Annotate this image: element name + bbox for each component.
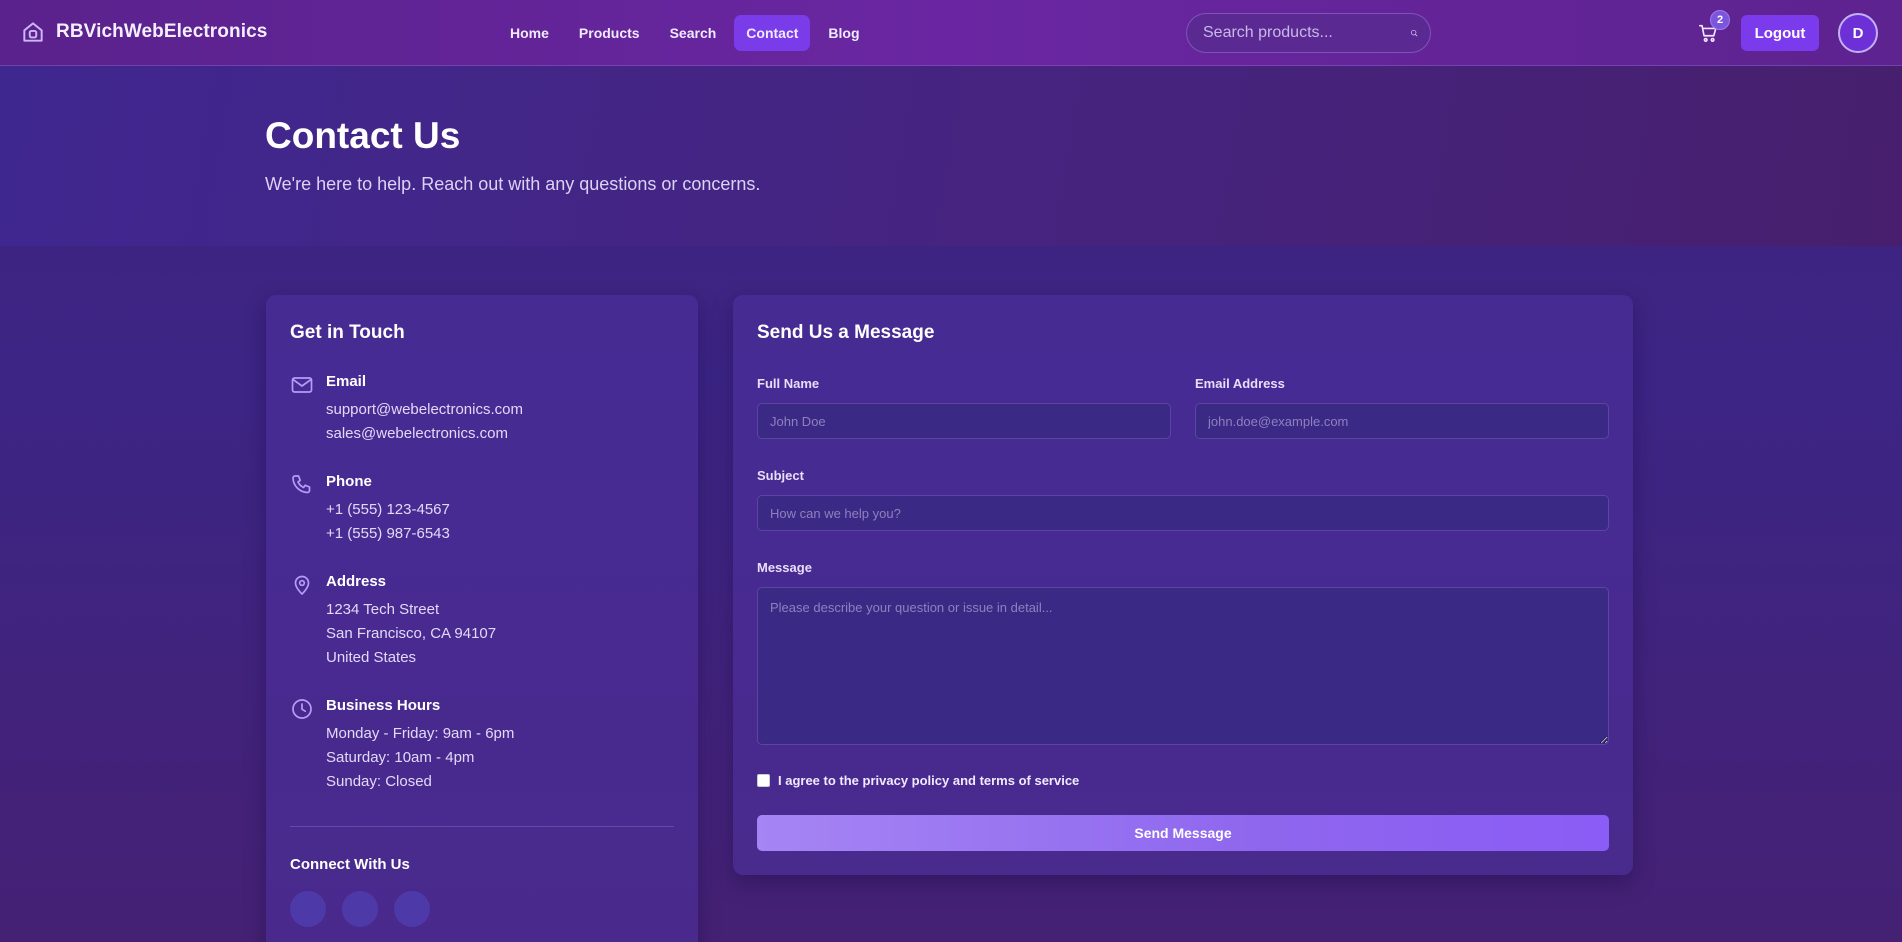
contact-info-card: Get in Touch Email support@webelectronic…	[266, 295, 698, 942]
subject-input[interactable]	[757, 495, 1609, 531]
phone-line[interactable]: +1 (555) 987-6543	[326, 525, 450, 542]
phone-label: Phone	[326, 473, 372, 490]
email-line[interactable]: support@webelectronics.com	[326, 401, 523, 418]
address-label: Address	[326, 573, 387, 590]
section-divider	[290, 826, 674, 827]
hours-label: Business Hours	[326, 697, 441, 714]
connect-title: Connect With Us	[290, 856, 410, 873]
message-textarea[interactable]	[757, 587, 1609, 745]
nav-link-home[interactable]: Home	[498, 15, 561, 51]
search-input[interactable]	[1203, 24, 1410, 42]
hours-line: Sunday: Closed	[326, 773, 432, 790]
email-address-input[interactable]	[1195, 403, 1609, 439]
hours-line: Monday - Friday: 9am - 6pm	[326, 725, 515, 742]
page-hero: Contact Us We're here to help. Reach out…	[0, 66, 1902, 246]
address-line: 1234 Tech Street	[326, 601, 440, 618]
social-link[interactable]	[342, 891, 378, 927]
full-name-label: Full Name	[757, 376, 820, 391]
top-navbar: RBVichWebElectronics Home Products Searc…	[0, 0, 1902, 66]
cart-count-badge: 2	[1710, 10, 1730, 30]
page-title: Contact Us	[265, 115, 461, 156]
info-card-title: Get in Touch	[290, 322, 405, 343]
nav-link-blog[interactable]: Blog	[816, 15, 871, 51]
address-line: San Francisco, CA 94107	[326, 625, 497, 642]
agree-checkbox[interactable]	[757, 774, 770, 787]
email-line[interactable]: sales@webelectronics.com	[326, 425, 508, 442]
brand-logo[interactable]: RBVichWebElectronics	[20, 19, 267, 45]
phone-icon	[292, 475, 311, 494]
nav-link-contact[interactable]: Contact	[734, 15, 811, 51]
logout-button[interactable]: Logout	[1741, 15, 1819, 51]
search-bar	[1186, 13, 1431, 53]
email-address-label: Email Address	[1195, 376, 1285, 391]
message-label: Message	[757, 560, 812, 575]
user-avatar[interactable]: D	[1838, 13, 1878, 53]
social-link[interactable]	[394, 891, 430, 927]
mail-icon	[291, 377, 313, 393]
form-card-title: Send Us a Message	[757, 322, 935, 343]
store-house-icon	[23, 22, 43, 42]
brand-name: RBVichWebElectronics	[56, 21, 268, 42]
send-message-button[interactable]: Send Message	[757, 815, 1609, 851]
full-name-input[interactable]	[757, 403, 1171, 439]
page-subtitle: We're here to help. Reach out with any q…	[265, 174, 761, 194]
contact-form-card: Send Us a Message Full Name Email Addres…	[733, 295, 1633, 875]
clock-icon	[292, 699, 312, 719]
main-nav: Home Products Search Contact Blog	[498, 15, 872, 51]
hours-line: Saturday: 10am - 4pm	[326, 749, 475, 766]
address-line: United States	[326, 649, 417, 666]
email-label: Email	[326, 373, 367, 390]
social-link[interactable]	[290, 891, 326, 927]
search-icon[interactable]	[1410, 23, 1418, 43]
nav-link-products[interactable]: Products	[567, 15, 652, 51]
agree-row: I agree to the privacy policy and terms …	[757, 773, 1079, 788]
subject-label: Subject	[757, 468, 804, 483]
nav-link-search[interactable]: Search	[658, 15, 729, 51]
phone-line[interactable]: +1 (555) 123-4567	[326, 501, 450, 518]
agree-label[interactable]: I agree to the privacy policy and terms …	[778, 773, 1079, 788]
location-pin-icon	[294, 575, 310, 595]
